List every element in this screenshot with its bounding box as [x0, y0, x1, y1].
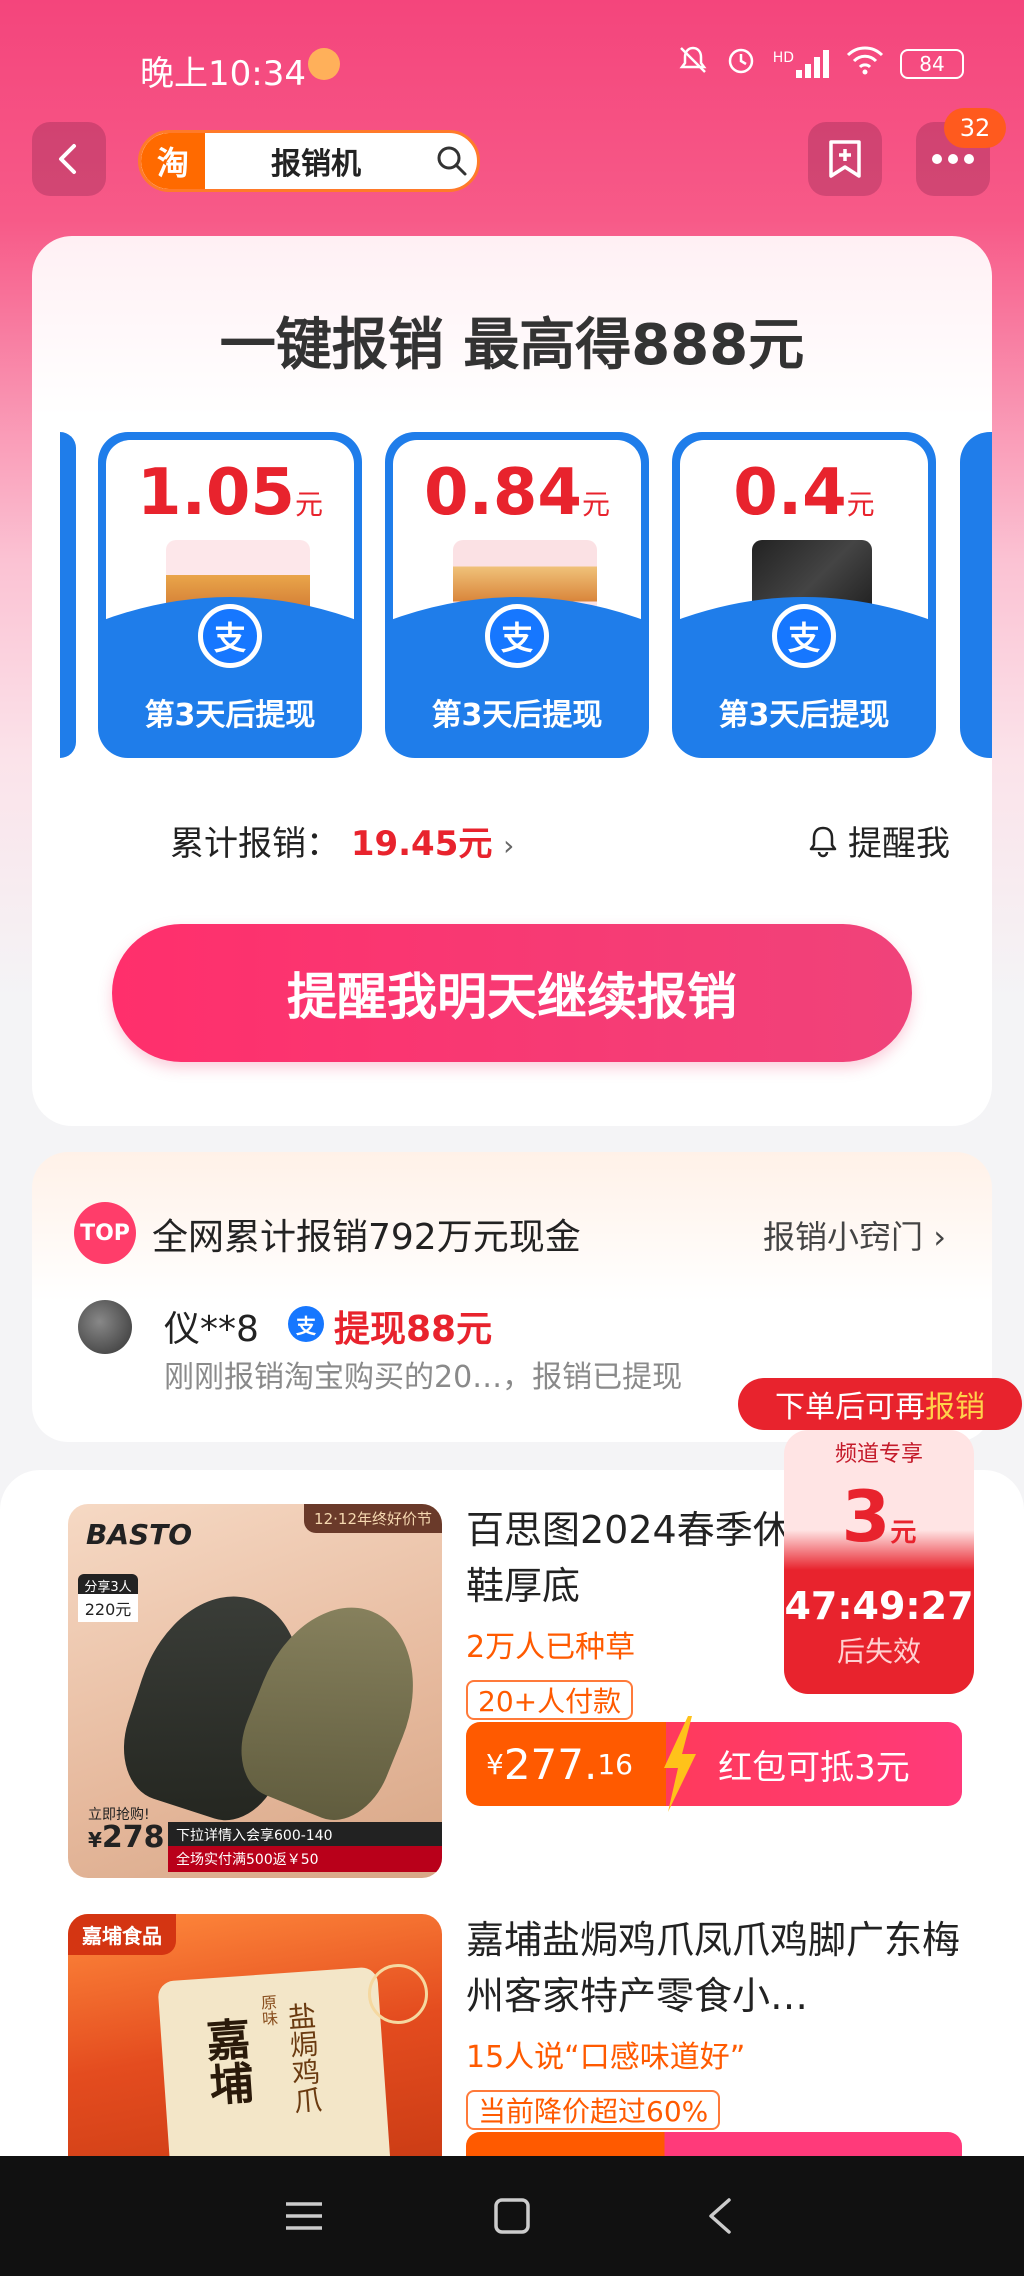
coupon-amount: 1.05元 [137, 456, 323, 530]
coupon-amount: 0.84元 [424, 456, 610, 530]
stats-title: 全网累计报销792万元现金 [152, 1217, 581, 1258]
home-icon[interactable] [482, 2186, 542, 2246]
decor-circle [368, 1964, 428, 2024]
brand-logo: BASTO [86, 1518, 193, 1551]
product-tag: 当前降价超过60% [466, 2090, 721, 2130]
bell-icon [809, 826, 837, 857]
search-icon[interactable] [427, 144, 477, 178]
battery-icon: 84 [900, 48, 964, 79]
hd-label: HD [772, 49, 794, 66]
search-query: 报销机 [271, 147, 361, 182]
image-promo-line: 下拉详情入会享600-140 [168, 1822, 442, 1848]
coupon-label: 第3天后提现 [431, 698, 603, 733]
bookmark-button[interactable] [808, 122, 882, 196]
remind-me-button[interactable]: 提醒我 [806, 816, 950, 865]
tips-link[interactable]: 报销小窍门 › [763, 1212, 946, 1258]
product-subtitle: 15人说“口感味道好” [466, 2040, 746, 2075]
coupon-promo: 红包可抵3元 [666, 1722, 962, 1806]
headline: 一键报销 最高得888元 [219, 313, 805, 378]
product-image[interactable]: 嘉埔食品 嘉埔 盐焗鸡爪 原味 [68, 1914, 442, 2174]
total-label: 累计报销： [170, 824, 340, 864]
remind-tomorrow-button[interactable]: 提醒我明天继续报销 [112, 924, 912, 1062]
coupon-label: 第3天后提现 [144, 698, 316, 733]
coupon-label: 第3天后提现 [718, 698, 890, 733]
alipay-icon: 支 [772, 604, 836, 668]
mute-icon [677, 44, 709, 83]
notification-badge: 32 [944, 108, 1006, 148]
channel-coupon-amount: 3元 [841, 1476, 917, 1558]
back-button[interactable] [32, 122, 106, 196]
product-subtitle: 2万人已种草 [466, 1630, 636, 1665]
menu-icon[interactable] [274, 2186, 334, 2246]
user-action: 提现88元 [334, 1309, 493, 1350]
taobao-logo: 淘 [141, 133, 205, 189]
sale-corner: 12·12年终好价节 [304, 1504, 442, 1533]
product-title[interactable]: 嘉埔盐焗鸡爪凤爪鸡脚广东梅州客家特产零食小… [466, 1912, 966, 2024]
product-tag: 20+人付款 [466, 1680, 634, 1720]
image-promo-line-2: 全场实付满500返￥50 [168, 1846, 442, 1872]
signal-icon: HD [772, 49, 830, 78]
expire-label: 后失效 [836, 1635, 921, 1668]
coupon-partial-right[interactable] [960, 432, 992, 758]
total-reimbursed[interactable]: 累计报销： 19.45元 › [170, 816, 514, 865]
product-image[interactable]: BASTO 12·12年终好价节 分享3人领 220元 立即抢购! ¥278 下… [68, 1504, 442, 1878]
alipay-icon: 支 [198, 604, 262, 668]
avatar [78, 1300, 132, 1354]
system-nav-bar [0, 2156, 1024, 2276]
notification-app-icon [308, 48, 340, 80]
status-icons: HD 84 [677, 44, 964, 83]
brand-label: 嘉埔食品 [68, 1914, 176, 1955]
alipay-icon: 支 [288, 1306, 324, 1342]
package-brand: 嘉埔 [196, 2015, 255, 2108]
top-badge: TOP [74, 1202, 136, 1264]
countdown-timer: 47:49:27 [784, 1584, 974, 1628]
channel-ribbon: 频道专享 [834, 1442, 923, 1467]
coupon-card[interactable]: 0.4元 支 第3天后提现 [672, 432, 936, 758]
status-time: 晚上10:34 [140, 54, 306, 94]
lightning-icon [664, 1716, 696, 1812]
package-flavor: 原味 [257, 1993, 279, 2027]
total-value: 19.45元 [350, 824, 493, 864]
product-price: ¥ 277. 16 [466, 1722, 666, 1806]
remind-me-label: 提醒我 [848, 824, 950, 864]
user-name: 仪**8 [164, 1309, 259, 1350]
user-activity-desc: 刚刚报销淘宝购买的20…，报销已提现 [164, 1360, 683, 1395]
coupon-amount: 0.4元 [733, 456, 875, 530]
image-price: ¥278 [88, 1820, 165, 1855]
coupon-card[interactable]: 1.05元 支 第3天后提现 [98, 432, 362, 758]
wifi-icon [846, 45, 884, 82]
chevron-right-icon: › [503, 829, 515, 862]
reorder-promo-tag[interactable]: 下单后可再 报销 [738, 1378, 1022, 1430]
alipay-icon: 支 [485, 604, 549, 668]
share-value: 220元 [78, 1594, 138, 1622]
bookmark-add-icon [829, 140, 861, 178]
search-bar[interactable]: 淘 报销机 [138, 130, 480, 192]
coupon-card[interactable]: 0.84元 支 第3天后提现 [385, 432, 649, 758]
back-icon[interactable] [690, 2186, 750, 2246]
package-name: 盐焗鸡爪 [283, 2000, 324, 2115]
coupon-partial-left[interactable] [60, 432, 76, 758]
alarm-icon [725, 44, 757, 83]
price-bar[interactable]: ¥ 277. 16 红包可抵3元 [466, 1722, 962, 1806]
chevron-left-icon [59, 144, 76, 174]
more-dots-icon [932, 154, 974, 164]
snack-package: 嘉埔 盐焗鸡爪 原味 [157, 1966, 391, 2174]
